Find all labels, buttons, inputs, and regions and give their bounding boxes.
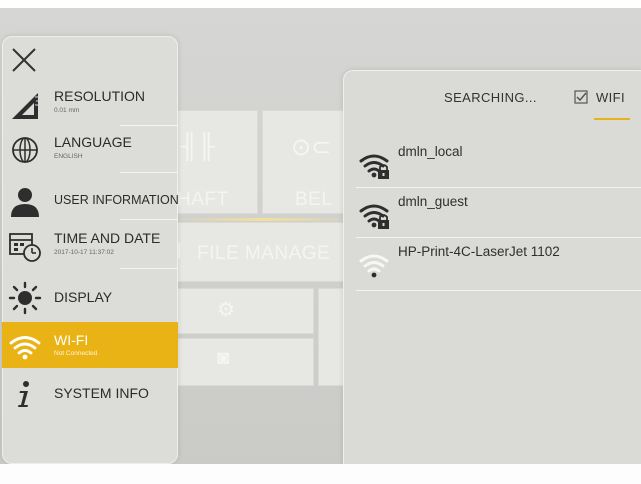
network-ssid: dmln_local [398, 144, 463, 159]
settings-item-label: SYSTEM INFO [54, 385, 149, 401]
info-icon [8, 377, 42, 411]
settings-item-label: RESOLUTION [54, 88, 146, 104]
wifi-locked-icon [358, 196, 394, 237]
settings-item-label: LANGUAGE [54, 134, 132, 150]
settings-item-value: 0.01 mm [54, 107, 80, 114]
belt-icon: ⊙⊂ [291, 134, 332, 161]
settings-item-language[interactable]: LANGUAGE ENGLISH [2, 126, 178, 172]
tile-blank [318, 288, 344, 386]
tile-file-manager-label: FILE MANAGE [197, 243, 331, 264]
wifi-tab-underline [594, 118, 630, 120]
ruler-triangle-icon [8, 87, 42, 121]
tile-file-manager: ▮ FILE MANAGE [150, 222, 344, 282]
settings-item-user-information[interactable]: USER INFORMATION [2, 178, 179, 224]
settings-item-label: DISPLAY [54, 289, 113, 305]
menu-highlight-line [170, 218, 355, 221]
wifi-icon [8, 329, 42, 363]
checkbox-checked-icon [574, 90, 588, 109]
device-screen: ╢╟ HAFT ⊙⊂ BEL ▮ FILE MANAGE ⚙ ◙ [0, 0, 641, 484]
wifi-locked-icon [358, 146, 394, 187]
user-icon [8, 185, 42, 219]
tile-shaft-label: HAFT [177, 189, 229, 210]
network-row[interactable]: dmln_local [356, 140, 641, 188]
settings-item-resolution[interactable]: RESOLUTION 0.01 mm [2, 80, 178, 126]
wifi-toggle-label: WIFI [596, 90, 626, 105]
screen-frame-top [0, 0, 641, 8]
wifi-open-icon [358, 246, 394, 287]
close-icon [12, 48, 36, 72]
settings-item-wi-fi[interactable]: WI-FI Not Connected [2, 322, 178, 368]
gear-icon: ⚙ [217, 299, 235, 321]
wifi-toggle[interactable]: WIFI [574, 88, 636, 108]
settings-item-value: ENGLISH [54, 153, 83, 160]
network-divider [356, 237, 641, 238]
menu-divider [120, 268, 178, 269]
network-ssid: dmln_guest [398, 194, 468, 209]
close-button[interactable] [10, 46, 40, 74]
settings-item-value: 2017-10-17 11:37:02 [54, 249, 114, 256]
network-row[interactable]: dmln_guest [356, 190, 641, 238]
settings-item-label: USER INFORMATION [54, 193, 179, 207]
settings-item-value: Not Connected [54, 350, 98, 357]
settings-item-label: WI-FI [54, 332, 89, 348]
network-divider [356, 187, 641, 188]
screen-frame-bottom [0, 464, 641, 484]
network-row[interactable]: HP-Print-4C-LaserJet 1102 [356, 240, 641, 288]
network-ssid: HP-Print-4C-LaserJet 1102 [398, 244, 560, 259]
wifi-search-status: SEARCHING... [444, 90, 537, 105]
settings-item-system-info[interactable]: SYSTEM INFO [2, 370, 178, 416]
network-divider [356, 290, 641, 291]
calendar-clock-icon [8, 229, 42, 263]
menu-divider [120, 172, 178, 173]
settings-item-label: TIME AND DATE [54, 230, 161, 246]
sun-icon [8, 281, 42, 315]
settings-item-display[interactable]: DISPLAY [2, 274, 178, 320]
camera-icon: ◙ [217, 347, 230, 369]
menu-divider [120, 219, 178, 220]
tile-belt-label: BEL [295, 189, 333, 210]
globe-icon [8, 133, 42, 167]
settings-item-time-and-date[interactable]: TIME AND DATE 2017-10-17 11:37:02 [2, 222, 178, 268]
shaft-icon: ╢╟ [181, 133, 216, 160]
tile-belt: ⊙⊂ BEL [262, 110, 344, 214]
